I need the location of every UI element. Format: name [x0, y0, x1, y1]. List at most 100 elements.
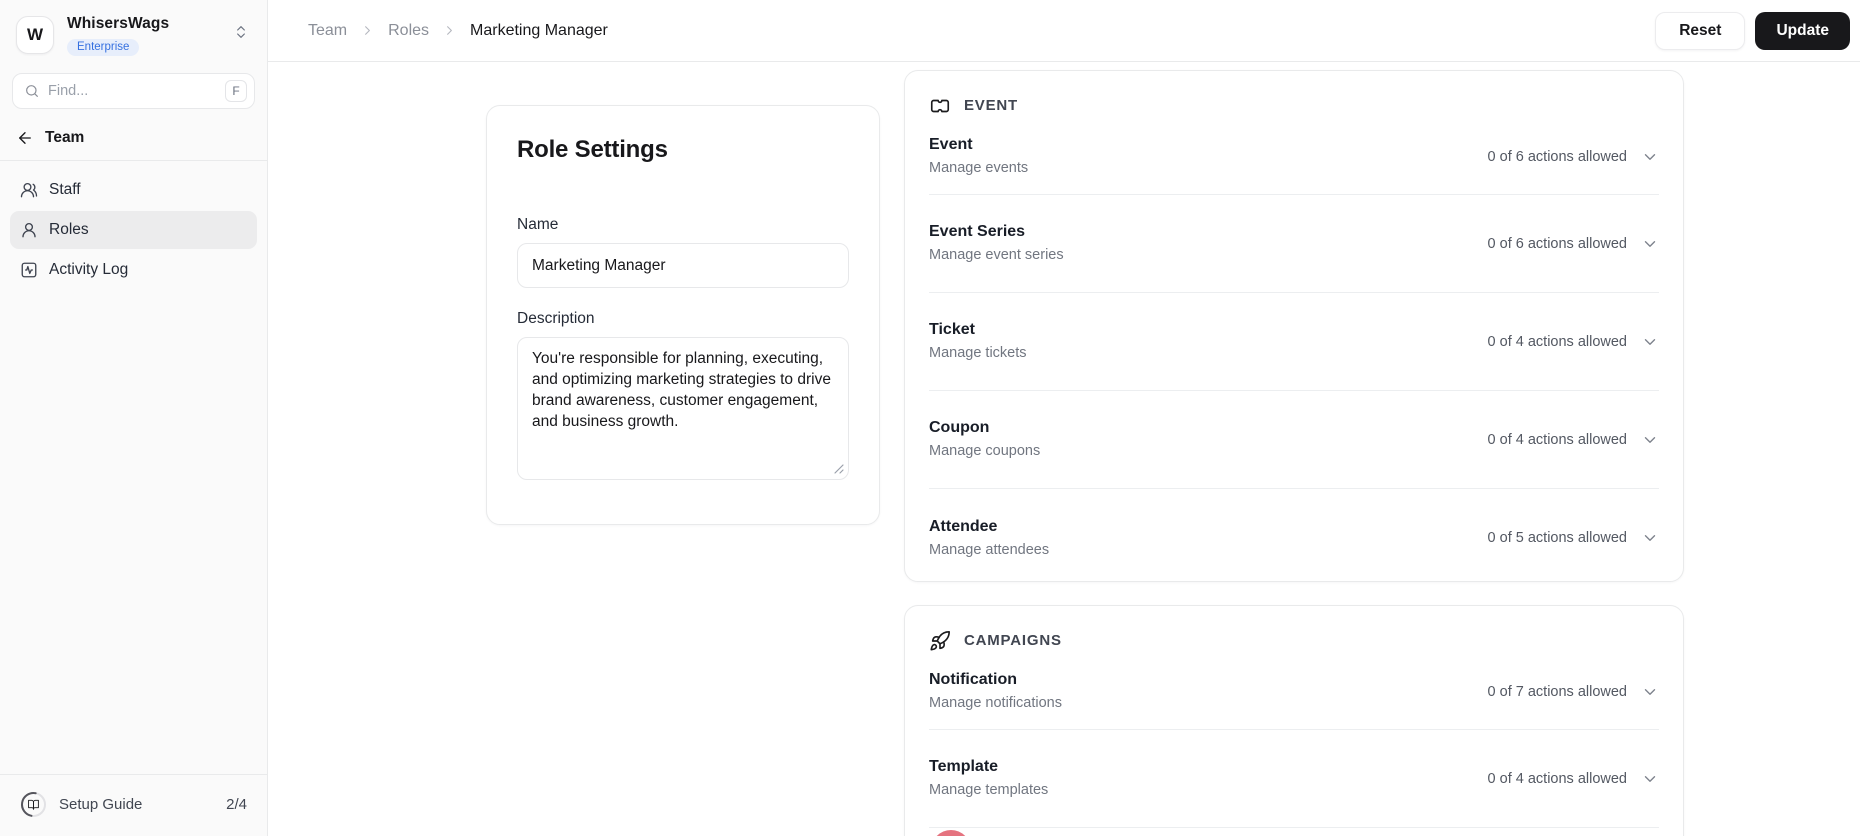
- permission-section-header: EVENT: [929, 71, 1659, 119]
- org-switcher[interactable]: W WhisersWags Enterprise: [0, 0, 267, 66]
- sidebar-item-roles[interactable]: Roles: [10, 210, 257, 249]
- permission-row-title: Template: [929, 758, 999, 775]
- org-avatar: W: [16, 16, 54, 55]
- permission-section-card: EVENT Event Manage events 0 of 6 actions…: [904, 70, 1684, 582]
- permission-row[interactable]: Event Manage events 0 of 6 actions allow…: [929, 119, 1659, 195]
- setup-guide-progress: 2/4: [226, 796, 247, 813]
- org-plan-badge: Enterprise: [67, 38, 140, 56]
- permission-row[interactable]: Coupon Manage coupons 0 of 4 actions all…: [929, 391, 1659, 489]
- chevron-down-icon[interactable]: [1641, 148, 1659, 166]
- org-name: WhisersWags: [67, 15, 170, 32]
- setup-guide-label: Setup Guide: [59, 796, 143, 813]
- permission-row-title: Event: [929, 136, 973, 153]
- chevron-down-icon[interactable]: [1641, 235, 1659, 253]
- permission-row[interactable]: Ticket Manage tickets 0 of 4 actions all…: [929, 293, 1659, 391]
- chevron-down-icon[interactable]: [1641, 770, 1659, 788]
- role-editor-page: W WhisersWags Enterprise F Team: [0, 0, 1860, 836]
- role-settings-title: Role Settings: [517, 136, 668, 163]
- permission-section-title: CAMPAIGNS: [964, 632, 1062, 649]
- permission-row-meta: 0 of 5 actions allowed: [1488, 529, 1659, 547]
- sidebar-item-label: Roles: [49, 220, 89, 238]
- role-description-textarea[interactable]: You're responsible for planning, executi…: [517, 337, 849, 480]
- setup-guide[interactable]: Setup Guide 2/4: [0, 774, 267, 836]
- permission-row-meta: 0 of 4 actions allowed: [1488, 770, 1659, 788]
- chevrons-up-down-icon[interactable]: [233, 24, 249, 40]
- user-icon: [20, 221, 38, 239]
- breadcrumb-roles[interactable]: Roles: [388, 22, 429, 40]
- permission-row-count: 0 of 4 actions allowed: [1487, 333, 1627, 350]
- permission-row-text: Attendee Manage attendees: [929, 517, 1049, 560]
- sidebar-item-staff[interactable]: Staff: [10, 171, 257, 209]
- chevron-down-icon[interactable]: [1641, 529, 1659, 547]
- permission-row-meta: 0 of 6 actions allowed: [1488, 235, 1659, 253]
- rocket-icon: [929, 630, 951, 652]
- search-input[interactable]: [48, 82, 217, 99]
- permission-row-subtitle: Manage tickets: [929, 345, 1027, 361]
- permission-row[interactable]: Template Manage templates 0 of 4 actions…: [929, 730, 1659, 828]
- search-box[interactable]: F: [12, 72, 255, 109]
- permission-section-title: EVENT: [964, 97, 1019, 114]
- chevron-right-icon: [360, 23, 375, 38]
- sidebar-nav: Staff Roles Activity Log: [0, 161, 267, 299]
- header-actions: Reset Update: [1655, 11, 1850, 50]
- setup-guide-progress-ring-icon: [20, 791, 47, 818]
- search-shortcut-badge: F: [225, 79, 247, 102]
- users-icon: [20, 181, 38, 199]
- permission-row-title: Coupon: [929, 419, 990, 436]
- chevron-down-icon[interactable]: [1641, 333, 1659, 351]
- permission-row-text: Notification Manage notifications: [929, 670, 1062, 713]
- chevron-down-icon[interactable]: [1641, 683, 1659, 701]
- name-label: Name: [517, 216, 559, 233]
- permission-row[interactable]: Attendee Manage attendees 0 of 5 actions…: [929, 489, 1659, 581]
- permission-row-title: Notification: [929, 671, 1017, 688]
- permission-row-text: Event Series Manage event series: [929, 222, 1064, 265]
- update-button[interactable]: Update: [1755, 11, 1850, 50]
- permission-row[interactable]: Event Series Manage event series 0 of 6 …: [929, 195, 1659, 293]
- permission-row-text: Coupon Manage coupons: [929, 418, 1040, 461]
- permission-row-count: 0 of 7 actions allowed: [1487, 683, 1627, 700]
- chevron-down-icon[interactable]: [1641, 431, 1659, 449]
- permission-section-header: CAMPAIGNS: [929, 606, 1659, 654]
- permission-row-title: Event Series: [929, 223, 1026, 240]
- role-name-input[interactable]: [517, 243, 849, 288]
- permission-row-subtitle: Manage events: [929, 160, 1029, 176]
- breadcrumb: Team Roles Marketing Manager: [308, 22, 608, 40]
- permission-row-subtitle: Manage event series: [929, 247, 1064, 263]
- breadcrumb-current: Marketing Manager: [470, 21, 608, 39]
- permission-row-title: Attendee: [929, 517, 998, 535]
- permission-row-count: 0 of 6 actions allowed: [1487, 148, 1627, 165]
- permission-section-card: CAMPAIGNS Notification Manage notificati…: [904, 605, 1684, 836]
- activity-log-icon: [20, 261, 38, 279]
- permission-row[interactable]: Notification Manage notifications 0 of 7…: [929, 654, 1659, 730]
- permission-row-count: 0 of 4 actions allowed: [1487, 770, 1627, 787]
- permission-row-count: 0 of 4 actions allowed: [1487, 431, 1627, 448]
- permission-row-subtitle: Manage notifications: [929, 695, 1062, 711]
- ticket-icon: [929, 95, 951, 117]
- sidebar-item-label: Activity Log: [49, 260, 129, 278]
- back-label: Team: [45, 128, 85, 146]
- permission-row-meta: 0 of 4 actions allowed: [1488, 333, 1659, 351]
- search-icon: [24, 83, 40, 99]
- org-initial: W: [26, 25, 44, 45]
- breadcrumb-team[interactable]: Team: [308, 22, 347, 40]
- permission-row-title: Ticket: [929, 321, 975, 338]
- sidebar-item-label: Staff: [49, 180, 81, 198]
- description-field-wrap: You're responsible for planning, executi…: [517, 337, 849, 480]
- permission-row-subtitle: Manage attendees: [929, 541, 1050, 558]
- permission-row-count: 0 of 5 actions allowed: [1487, 530, 1627, 546]
- org-meta: WhisersWags Enterprise: [67, 15, 169, 56]
- role-settings-card: Role Settings Name Description You're re…: [486, 105, 880, 525]
- partial-section-icon: [931, 830, 971, 836]
- permission-row-text: Ticket Manage tickets: [929, 320, 1027, 363]
- sidebar-item-activity-log[interactable]: Activity Log: [10, 251, 257, 289]
- arrow-left-icon: [16, 129, 34, 147]
- permission-row-meta: 0 of 6 actions allowed: [1488, 148, 1659, 166]
- back-to-team[interactable]: Team: [0, 113, 267, 160]
- description-label: Description: [517, 310, 595, 327]
- permission-rows: Event Manage events 0 of 6 actions allow…: [929, 119, 1659, 581]
- reset-button[interactable]: Reset: [1655, 11, 1746, 50]
- permission-row-subtitle: Manage templates: [929, 782, 1049, 798]
- permission-rows: Notification Manage notifications 0 of 7…: [929, 654, 1659, 828]
- page-header: Team Roles Marketing Manager Reset Updat…: [268, 0, 1860, 62]
- permission-row-meta: 0 of 7 actions allowed: [1488, 683, 1659, 701]
